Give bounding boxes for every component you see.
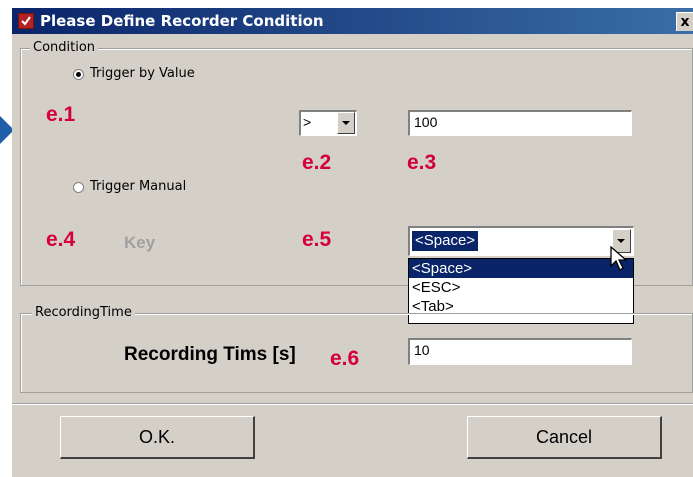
radio-selected-dot <box>76 72 81 77</box>
close-button[interactable]: x <box>676 12 693 31</box>
trigger-manual-label[interactable]: Trigger Manual <box>90 179 186 194</box>
app-icon <box>18 13 34 29</box>
window-title: Please Define Recorder Condition <box>40 12 324 30</box>
operator-dropdown-button[interactable] <box>337 112 355 134</box>
mouse-cursor-icon <box>610 246 628 271</box>
key-select[interactable]: <Space> <box>408 226 634 256</box>
cancel-button-label: Cancel <box>535 427 593 447</box>
ok-button-label: O.K. <box>138 427 175 447</box>
recording-time-input[interactable]: 10 <box>408 338 632 365</box>
cancel-button[interactable]: Cancel <box>467 416 662 459</box>
recording-legend: RecordingTime <box>32 305 135 320</box>
annotation-e2: e.2 <box>302 151 332 174</box>
recording-time-label: Recording Tims [s] <box>124 344 296 365</box>
operator-value: > <box>303 114 312 130</box>
annotation-e5: e.5 <box>302 228 332 251</box>
ok-button[interactable]: O.K. <box>60 416 255 459</box>
divider <box>12 403 693 405</box>
threshold-input[interactable]: 100 <box>408 110 632 136</box>
trigger-value-label[interactable]: Trigger by Value <box>90 66 195 81</box>
chevron-down-icon <box>617 239 625 243</box>
condition-legend: Condition <box>30 40 99 55</box>
trigger-value-radio[interactable] <box>73 69 84 80</box>
chevron-down-icon <box>342 121 350 125</box>
annotation-e4: e.4 <box>46 228 76 251</box>
trigger-manual-radio[interactable] <box>73 182 84 193</box>
key-label: Key <box>124 233 156 252</box>
annotation-e1: e.1 <box>46 103 76 126</box>
annotation-e3: e.3 <box>407 151 437 174</box>
key-selected-value: <Space> <box>412 231 479 251</box>
annotation-e6: e.6 <box>330 347 360 370</box>
key-option[interactable]: <ESC> <box>409 278 633 297</box>
key-option[interactable]: <Space> <box>409 259 633 278</box>
